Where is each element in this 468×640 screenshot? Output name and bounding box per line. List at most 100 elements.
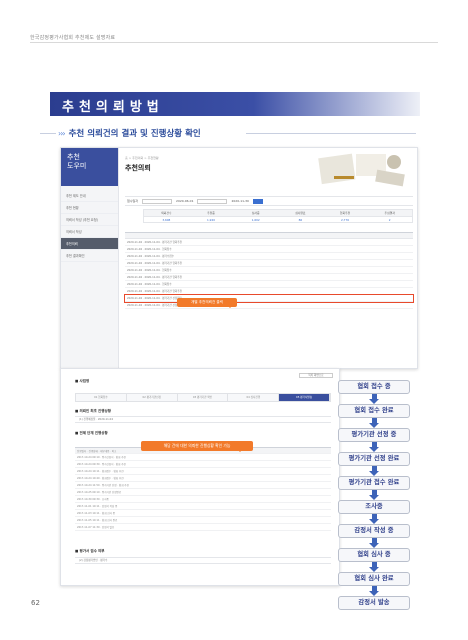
- step-current: 05 평가서발송: [279, 394, 330, 401]
- flow-step: 협회 심사 완료: [338, 572, 410, 586]
- table-row[interactable]: 2020-11-04 · 2020-11-04 · 평가수접수: [125, 253, 413, 260]
- date-from-field[interactable]: [142, 198, 173, 204]
- sidebar-item[interactable]: 의뢰서 작성 (추천 요청): [61, 214, 118, 226]
- table-row: 2017-10-24 09:30 · 평가신청서 · 협회 추천: [75, 461, 331, 468]
- search-button[interactable]: [252, 198, 263, 204]
- table-row: 2017-10-24 11:50 · 평가기관 선정 · 협회 추천: [75, 482, 331, 489]
- app-main: 홈 > 추천의뢰 > 추천현황 추천의뢰 접수일자 2020-06-01 202…: [124, 148, 417, 368]
- table-row: 2017-11-03 10:11 · 협회 심사 중: [75, 510, 331, 517]
- progress-callout: 해당 건에 대한 의뢰한 진행상황 확인 가능: [141, 441, 253, 452]
- chevrons-icon: ›››: [58, 128, 66, 138]
- table-row: 2017-11-01 10:11 · 감정서 작성 중: [75, 503, 331, 510]
- down-arrow-icon: [338, 538, 410, 548]
- click-callout: 개별 추천의뢰건 클릭: [177, 298, 237, 308]
- step: 01 협회접수: [76, 394, 127, 401]
- stat-value[interactable]: 2,776: [323, 217, 368, 224]
- stat-value[interactable]: 2: [367, 217, 412, 224]
- flow-step: 협회 접수 완료: [338, 404, 410, 418]
- table-row: 2017-11-07 11:30 · 감정서 발송: [75, 524, 331, 531]
- back-to-list-button[interactable]: 목록 화면으로: [299, 373, 333, 378]
- table-row: 2017-10-24 10:11 · 협회접수 · 협회 추천: [75, 468, 331, 475]
- info-line: (1) 진행예정일 · 2020-11-04: [75, 416, 331, 423]
- table-row: 2017-11-05 10:11 · 협회 심사 완료: [75, 517, 331, 524]
- stat-value[interactable]: 1,920: [189, 217, 234, 224]
- down-arrow-icon: [338, 466, 410, 476]
- stat-header: 심사중: [251, 211, 260, 215]
- logo-line-2: 도우미: [67, 162, 87, 170]
- sidebar-item[interactable]: 추천 현황: [61, 202, 118, 214]
- sidebar-item-active[interactable]: 추천의뢰: [61, 238, 118, 250]
- section-report-received: ■ 평가서 접수 여부: [75, 549, 105, 553]
- step: 04 심사진행: [228, 394, 280, 401]
- flow-step: 감정서 작성 중: [338, 524, 410, 538]
- table-row: 2017-10-24 10:40 · 협회접수 · 협회 추천: [75, 475, 331, 482]
- status-summary: 의뢰건수 추천중 심사중 심사완료 협회추천 추심결과 3,608 1,920 …: [143, 209, 413, 223]
- table-header: [125, 232, 413, 239]
- table-row[interactable]: 2020-11-04 · 2020-11-04 · 평가기관 협회추천: [125, 274, 413, 281]
- section-rule-left: [40, 133, 56, 134]
- step: 03 평가기관 확인: [177, 394, 229, 401]
- flow-step: 감정서 발송: [338, 596, 410, 610]
- info-line: (2) 감정평가법인 · 평가수: [75, 557, 331, 564]
- stat-value[interactable]: 86: [278, 217, 323, 224]
- app-logo: 추천 도우미: [61, 148, 118, 186]
- filter-label: 접수일자: [127, 199, 139, 203]
- section-title: 추천 의뢰건의 결과 및 진행상황 확인: [68, 129, 201, 139]
- stat-value[interactable]: 1,602: [233, 217, 278, 224]
- table-row[interactable]: 2020-11-04 · 2020-11-04 · 협회접수: [125, 281, 413, 288]
- flow-step: 조사중: [338, 500, 410, 514]
- table-row[interactable]: 2020-11-04 · 2020-11-04 · 협회접수: [125, 267, 413, 274]
- sidebar-item[interactable]: 의뢰서 작성: [61, 226, 118, 238]
- page-number: 62: [31, 599, 40, 607]
- date-to-value: 2020-11-30: [231, 199, 249, 203]
- progress-steps: 01 협회접수 02 평가기관선정 03 평가기관 확인 04 심사진행 05 …: [75, 393, 331, 402]
- section-project-name: ■ 사업명: [75, 379, 90, 383]
- recommendation-table: 2020-11-04 · 2020-11-04 · 평가기관 협회추천 2020…: [124, 232, 414, 309]
- sidebar-item[interactable]: 추천 제도 안내: [61, 190, 118, 202]
- table-row: 2017-10-24 09:10 · 평가신청서 · 협회 추천: [75, 454, 331, 461]
- stat-header: 추심결과: [384, 211, 395, 215]
- section-all-steps: ■ 전체 단계 진행상황: [75, 431, 108, 435]
- down-arrow-icon: [338, 514, 410, 524]
- logo-line-1: 추천: [67, 153, 80, 161]
- flow-step: 평가기관 선정 중: [338, 428, 410, 442]
- flow-step: 협회 접수 중: [338, 380, 410, 394]
- table-row[interactable]: 2020-11-04 · 2020-11-04 · 협회접수: [125, 246, 413, 253]
- flow-step: 협회 심사 중: [338, 548, 410, 562]
- history-table: 진행일자 · 진행상태 · 세부내용 · 비고 2017-10-24 09:10…: [75, 447, 331, 531]
- down-arrow-icon: [338, 562, 410, 572]
- status-flow: 협회 접수 중 협회 접수 완료 평가기관 선정 중 평가기관 선정 완료 평가…: [338, 380, 410, 610]
- banner-title: 추천의뢰방법: [62, 100, 164, 115]
- down-arrow-icon: [338, 490, 410, 500]
- table-row[interactable]: 2020-11-04 · 2020-11-04 · 평가기관 협회추천: [125, 288, 413, 295]
- stat-header: 추천중: [207, 211, 215, 215]
- flow-step: 평가기관 선정 완료: [338, 452, 410, 466]
- stat-header: 의뢰건수: [161, 211, 172, 215]
- table-row-highlighted[interactable]: 2020-11-04 · 2020-11-04 · 평가기관 선정완료: [124, 294, 414, 303]
- section-initial-status: ■ 의뢰인 최초 진행상황: [75, 409, 111, 413]
- running-header: 한국감정평가사협회 추천제도 설명자료: [30, 35, 116, 41]
- flow-step: 평가기관 접수 완료: [338, 476, 410, 490]
- recommendation-list-screenshot: 추천 도우미 추천 제도 안내 추천 현황 의뢰서 작성 (추천 요청) 의뢰서…: [60, 147, 418, 369]
- table-row[interactable]: 2020-11-04 · 2020-11-04 · 평가기관 선정완료: [125, 302, 413, 309]
- progress-detail-screenshot: 목록 화면으로 ■ 사업명 01 협회접수 02 평가기관선정 03 평가기관 …: [60, 368, 340, 586]
- stat-value[interactable]: 3,608: [144, 217, 189, 224]
- date-from-value: 2020-06-01: [176, 199, 194, 203]
- section-heading: ››› 추천 의뢰건의 결과 및 진행상황 확인: [58, 127, 201, 140]
- desk-illustration-icon: [318, 153, 405, 187]
- date-to-field[interactable]: [197, 198, 228, 204]
- section-rule: [246, 133, 416, 134]
- header-divider: [30, 42, 438, 43]
- table-row[interactable]: 2020-11-04 · 2020-11-04 · 평가기관 협회추천: [125, 260, 413, 267]
- down-arrow-icon: [338, 394, 410, 404]
- sidebar-menu: 추천 제도 안내 추천 현황 의뢰서 작성 (추천 요청) 의뢰서 작성 추천의…: [61, 186, 118, 262]
- table-row: 2017-10-30 09:30 · 조사중: [75, 496, 331, 503]
- table-row: 2017-10-25 09:10 · 평가기관 선정완료: [75, 489, 331, 496]
- stat-header: 협회추천: [339, 211, 351, 215]
- down-arrow-icon: [338, 418, 410, 428]
- down-arrow-icon: [338, 586, 410, 596]
- stat-header: 심사완료: [295, 211, 306, 215]
- step: 02 평가기관선정: [126, 394, 178, 401]
- sidebar-item[interactable]: 추천 결과확인: [61, 250, 118, 262]
- table-row[interactable]: 2020-11-04 · 2020-11-04 · 평가기관 협회추천: [125, 239, 413, 246]
